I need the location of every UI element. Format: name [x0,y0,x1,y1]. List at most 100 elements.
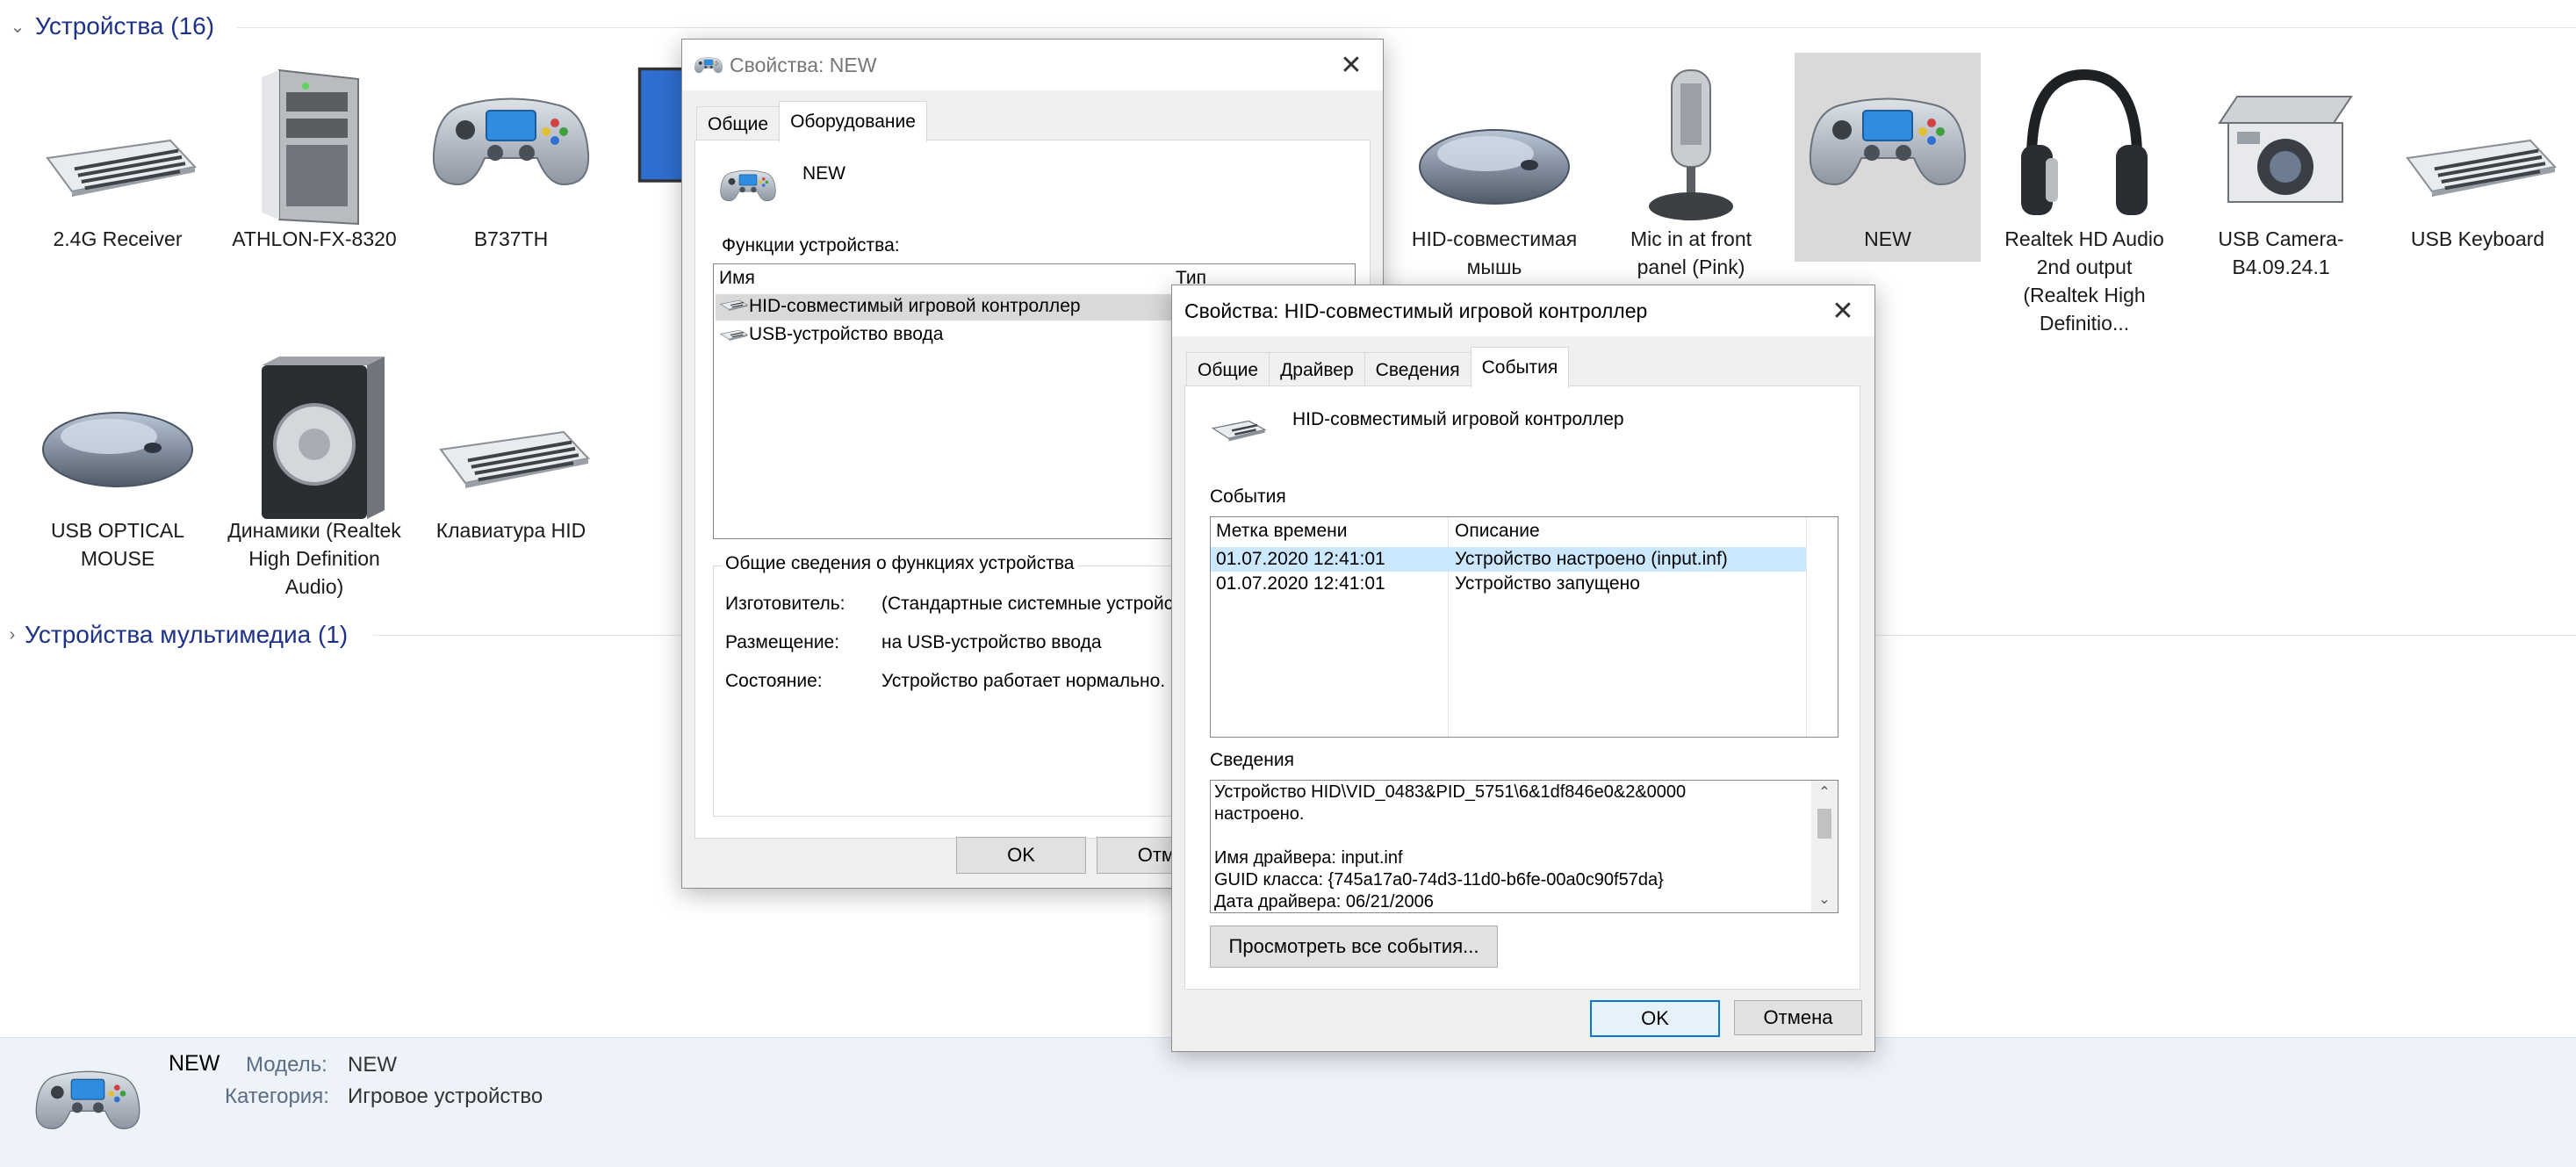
tab-strip: Общие Оборудование [696,101,927,142]
details-model-label: Модель: [246,1053,327,1077]
mouse-icon [1415,114,1573,211]
ok-button[interactable]: OK [1590,1000,1720,1037]
events-label: События [1210,486,1286,507]
device-athlon[interactable]: ATHLON-FX-8320 [221,53,407,253]
status-value: Устройство работает нормально. [881,671,1166,691]
group-header-multimedia[interactable]: › Устройства мультимедиа (1) [0,617,349,652]
details-model-value: NEW [348,1053,397,1077]
column-header-description[interactable]: Описание [1455,521,1540,542]
info-line: настроено. [1214,804,1305,824]
device-mic[interactable]: Mic in at front panel (Pink) [1598,53,1784,281]
device-label: HID-совместимая мышь [1411,227,1578,278]
device-label: Mic in at front panel (Pink) [1630,227,1752,278]
event-time[interactable]: 01.07.2020 12:41:01 [1216,573,1385,594]
info-line: GUID класса: {745a17a0-74d3-11d0-b6fe-00… [1214,870,1664,890]
view-all-events-button[interactable]: Просмотреть все события... [1210,926,1498,968]
device-label: NEW [1864,227,1911,250]
close-icon[interactable]: ✕ [1811,285,1874,336]
device-hid-keyboard[interactable]: Клавиатура HID [418,344,604,544]
events-table[interactable]: Метка времени Описание 01.07.2020 12:41:… [1210,516,1838,738]
keyboard-icon [2399,132,2557,202]
scroll-down-icon[interactable]: ⌄ [1811,888,1838,912]
event-description[interactable]: Устройство запущено [1455,573,1640,594]
event-description[interactable]: Устройство настроено (input.inf) [1455,549,1728,570]
location-label: Размещение: [725,632,840,652]
dialog-title: Свойства: NEW [730,53,877,76]
tab-general[interactable]: Общие [696,106,781,142]
hid-device-icon [719,328,749,343]
device-hid-mouse[interactable]: HID-совместимая мышь [1401,53,1587,281]
device-usb-camera[interactable]: USB Camera-B4.09.24.1 [2188,53,2374,281]
tab-driver[interactable]: Драйвер [1269,352,1365,388]
device-new[interactable]: NEW [1795,53,1981,262]
close-icon[interactable]: ✕ [1320,40,1383,90]
list-item[interactable]: HID-совместимый игровой контроллер [749,296,1081,317]
computer-tower-icon [253,61,376,228]
scroll-up-icon[interactable]: ⌃ [1811,781,1838,805]
manufacturer-label: Изготовитель: [725,594,845,614]
tab-events[interactable]: События [1470,347,1570,388]
tab-panel-events: HID-совместимый игровой контроллер Событ… [1184,385,1860,990]
status-label: Состояние: [725,671,823,691]
gamepad-icon [35,1064,140,1135]
gamepad-icon [694,55,723,75]
column-header-name[interactable]: Имя [719,268,755,289]
info-label: Сведения [1210,750,1294,770]
info-line: Дата драйвера: 06/21/2006 [1214,892,1434,911]
details-category-label: Категория: [225,1084,329,1108]
group-title: Устройства мультимедиа (1) [25,621,349,648]
scrollbar-thumb[interactable] [1817,809,1831,839]
gamepad-icon [720,165,776,205]
chevron-right-icon[interactable]: › [0,625,25,645]
tab-hardware[interactable]: Оборудование [779,101,927,142]
monitor-icon[interactable] [636,61,688,211]
keyboard-icon [39,132,197,202]
device-label: Динамики (Realtek High Definition Audio) [227,519,401,598]
group-header-devices[interactable]: ⌄ Устройства (16) [0,9,214,44]
device-name: HID-совместимый игровой контроллер [1292,409,1624,429]
event-time[interactable]: 01.07.2020 12:41:01 [1216,549,1385,570]
device-usb-optical-mouse[interactable]: USB OPTICAL MOUSE [25,344,211,573]
device-2-4g-receiver[interactable]: 2.4G Receiver [25,53,211,253]
device-label: USB Keyboard [2410,227,2545,250]
mouse-icon [39,397,197,493]
device-label: USB OPTICAL MOUSE [50,519,185,570]
column-header-time[interactable]: Метка времени [1216,521,1347,542]
dialog-titlebar[interactable]: Свойства: HID-совместимый игровой контро… [1172,285,1874,336]
chevron-down-icon[interactable]: ⌄ [0,16,35,38]
details-category-value: Игровое устройство [348,1084,543,1108]
microphone-icon [1638,61,1744,228]
cancel-button[interactable]: Отмена [1734,1000,1862,1035]
dialog-properties-hid[interactable]: Свойства: HID-совместимый игровой контро… [1171,285,1875,1052]
gamepad-icon [1809,88,1967,193]
speaker-icon [244,357,385,523]
group-divider [237,27,2576,28]
dialog-titlebar[interactable]: Свойства: NEW ✕ [682,40,1383,90]
device-label: 2.4G Receiver [53,227,183,250]
column-divider [1806,517,1807,737]
info-line: Устройство HID\VID_0483&PID_5751\6&1df84… [1214,782,1687,802]
keyboard-icon [432,423,590,493]
device-name: NEW [802,163,845,184]
device-label: USB Camera-B4.09.24.1 [2218,227,2344,278]
device-label: B737TH [473,227,549,250]
tab-details[interactable]: Сведения [1364,352,1471,388]
scrollbar[interactable]: ⌃ ⌄ [1811,781,1838,912]
dialog-title: Свойства: HID-совместимый игровой контро… [1184,299,1648,322]
info-line: Имя драйвера: input.inf [1214,848,1403,868]
camera-icon [2202,88,2360,220]
device-label: Клавиатура HID [435,519,586,542]
device-usb-keyboard[interactable]: USB Keyboard [2385,53,2571,253]
device-b737th[interactable]: B737TH [418,53,604,253]
info-textbox[interactable]: Устройство HID\VID_0483&PID_5751\6&1df84… [1210,780,1838,913]
tab-general[interactable]: Общие [1186,352,1270,388]
list-item[interactable]: USB-устройство ввода [749,324,943,345]
manufacturer-value: (Стандартные системные устройс [881,594,1174,614]
gamepad-icon [432,88,590,193]
ok-button[interactable]: OK [956,837,1086,874]
headphones-icon [2014,61,2155,228]
device-realtek-2nd[interactable]: Realtek HD Audio 2nd output (Realtek Hig… [1991,53,2177,337]
device-label: ATHLON-FX-8320 [232,227,397,250]
device-speakers[interactable]: Динамики (Realtek High Definition Audio) [221,344,407,601]
location-value: на USB-устройство ввода [881,632,1102,652]
